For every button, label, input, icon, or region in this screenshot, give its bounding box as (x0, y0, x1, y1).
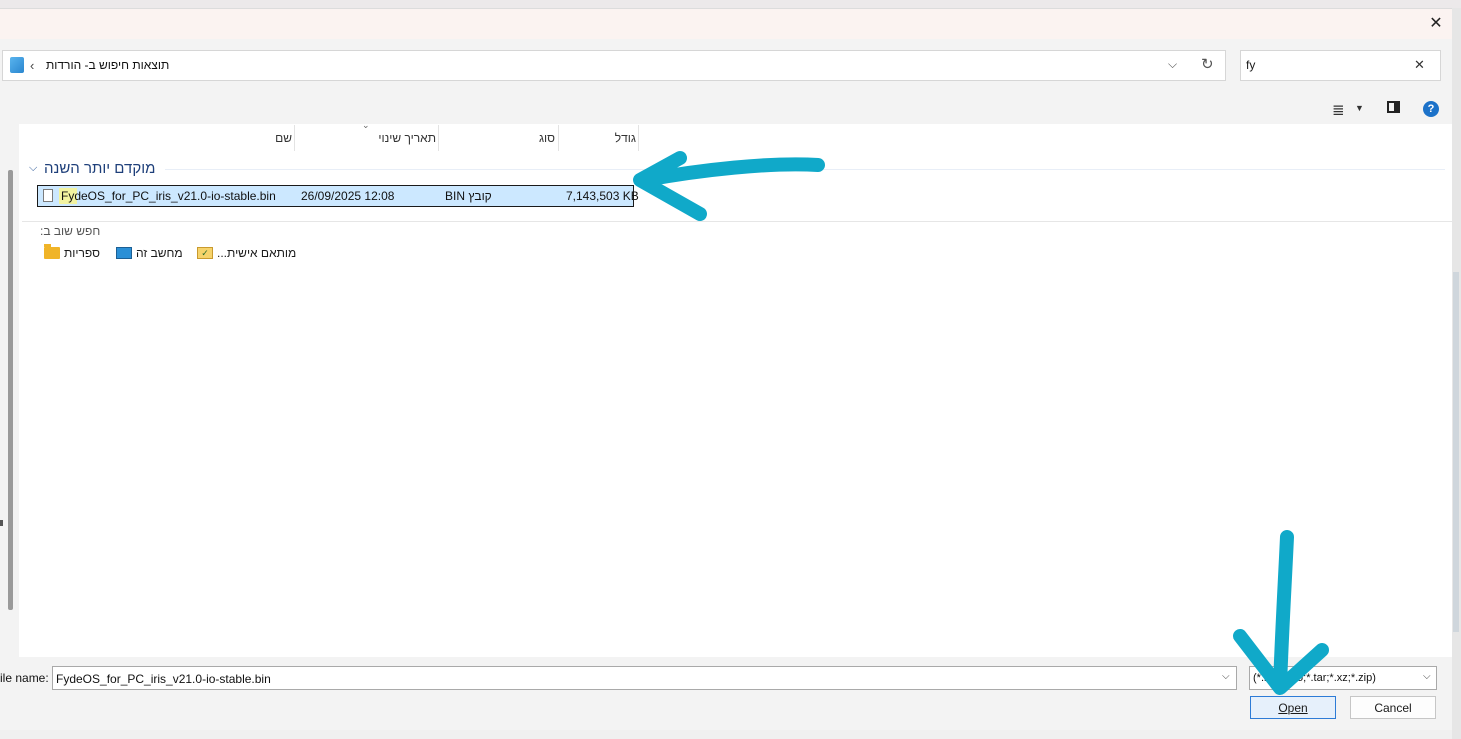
libraries-label: ספריות (64, 246, 101, 260)
nav-pane-scrollbar[interactable] (8, 170, 13, 610)
cancel-button[interactable]: Cancel (1350, 696, 1436, 719)
group-divider (165, 169, 1445, 170)
file-date-cell: 26/09/2025 12:08 (301, 189, 395, 203)
search-input[interactable]: fy (1246, 58, 1255, 72)
clear-search-icon[interactable]: ✕ (1414, 57, 1425, 73)
list-divider (22, 221, 1452, 222)
search-box[interactable] (1240, 50, 1441, 81)
search-again-custom[interactable]: ✓ ...מותאם אישית (197, 246, 296, 260)
this-pc-label: מחשב זה (136, 246, 183, 260)
help-icon[interactable]: ? (1423, 101, 1439, 117)
search-again-label: :חפש שוב ב (40, 224, 101, 238)
file-type-dropdown-icon[interactable]: ⌵ (1423, 671, 1431, 682)
view-options-icon[interactable]: ≣ (1332, 101, 1345, 119)
background-scrollbar (1453, 272, 1459, 632)
file-size-cell: 7,143,503 KB (566, 189, 639, 203)
libraries-icon (44, 244, 60, 259)
file-icon (43, 189, 53, 202)
group-header[interactable]: מוקדם יותר השנה (44, 160, 155, 177)
column-header-size[interactable]: גודל (566, 125, 636, 151)
column-separator[interactable] (558, 125, 559, 151)
file-name-dropdown-icon[interactable]: ⌵ (1222, 671, 1230, 682)
column-separator[interactable] (638, 125, 639, 151)
search-again-this-pc[interactable]: מחשב זה (116, 246, 183, 260)
file-type-value[interactable]: (*.bin;*.iso;*.tar;*.xz;*.zip) (1253, 672, 1419, 684)
preview-pane-icon[interactable] (1387, 101, 1400, 113)
computer-icon (116, 247, 132, 259)
dialog-title-bar (0, 8, 1452, 40)
group-collapse-icon[interactable]: ⌵ (29, 162, 37, 175)
open-button[interactable]: Open (1250, 696, 1336, 719)
file-type-cell: BIN קובץ (445, 189, 492, 203)
file-name-value[interactable]: FydeOS_for_PC_iris_v21.0-io-stable.bin (56, 672, 271, 686)
file-name-label: ile name: (0, 671, 49, 685)
file-name-cell[interactable]: FydeOS_for_PC_iris_v21.0-io-stable.bin (61, 189, 276, 203)
address-bar[interactable] (2, 50, 1226, 81)
nav-pane-edge (0, 520, 3, 526)
column-header-type[interactable]: סוג (445, 125, 555, 151)
search-results-icon (10, 57, 24, 73)
custom-folder-icon: ✓ (197, 247, 213, 259)
search-again-libraries[interactable]: ספריות (44, 244, 101, 260)
window-bottom-strip (0, 730, 1452, 739)
custom-label: ...מותאם אישית (217, 246, 297, 260)
column-separator[interactable] (294, 125, 295, 151)
breadcrumb-chevron-icon[interactable]: ‹ (30, 58, 34, 73)
column-header-date[interactable]: תאריך שינוי (301, 125, 436, 151)
view-dropdown-icon[interactable]: ▼ (1355, 103, 1364, 113)
address-history-dropdown-icon[interactable]: ⌵ (1168, 57, 1177, 72)
close-icon[interactable]: ✕ (1425, 12, 1447, 34)
column-separator[interactable] (438, 125, 439, 151)
breadcrumb-path[interactable]: תוצאות חיפוש ב- הורדות (46, 58, 169, 72)
column-header-name[interactable]: שם (52, 125, 292, 151)
refresh-icon[interactable]: ↻ (1201, 55, 1214, 73)
